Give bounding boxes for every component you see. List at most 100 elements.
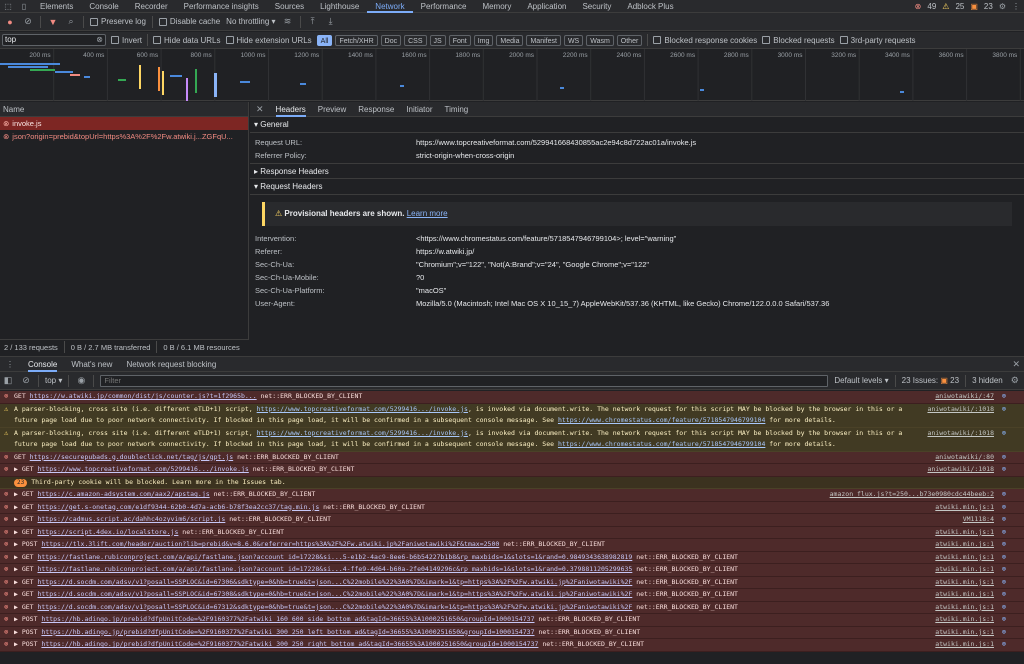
- source-location-link[interactable]: aniwotawiki/:1018: [927, 464, 994, 476]
- tab-memory[interactable]: Memory: [474, 0, 519, 13]
- blocked-response-cookies-checkbox[interactable]: Blocked response cookies: [653, 36, 757, 45]
- reveal-in-network-icon[interactable]: ⊚: [1002, 552, 1006, 564]
- source-location-link[interactable]: aniwotawiki/:1018: [927, 404, 994, 416]
- reveal-in-network-icon[interactable]: ⊚: [1002, 577, 1006, 589]
- reveal-in-network-icon[interactable]: ⊚: [1002, 564, 1006, 576]
- chromestatus-link[interactable]: https://www.chromestatus.com/feature/571…: [558, 440, 765, 448]
- request-row[interactable]: ⊗ json?origin=prebid&topUrl=https%3A%2F%2…: [0, 130, 248, 143]
- disable-cache-checkbox[interactable]: Disable cache: [158, 17, 220, 26]
- drawer-tab-console[interactable]: Console: [28, 357, 58, 372]
- source-location-link[interactable]: atwiki.min.js:1: [935, 552, 994, 564]
- filter-type-img[interactable]: Img: [473, 34, 494, 46]
- reveal-in-network-icon[interactable]: ⊚: [1002, 602, 1006, 614]
- source-location-link[interactable]: atwiki.min.js:1: [935, 614, 994, 626]
- console-message-error[interactable]: ⊗ ▶ GET https://www.topcreativeformat.com…: [0, 464, 1024, 477]
- console-message-warning[interactable]: ⚠ A parser-blocking, cross site (i.e. dif…: [0, 427, 1024, 452]
- console-message-error[interactable]: ⊗ ▶ GET https://c.amazon-adsystem.com/aax…: [0, 489, 1024, 502]
- request-url-link[interactable]: https://w.atwiki.jp/common/dist/js/count…: [30, 392, 257, 400]
- request-url-link[interactable]: https://d.socdm.com/adsv/v1?posall=SSPLO…: [37, 603, 632, 611]
- hide-extension-urls-checkbox[interactable]: Hide extension URLs: [225, 36, 312, 45]
- tab-performance[interactable]: Performance: [413, 0, 475, 13]
- settings-gear-icon[interactable]: ⚙: [999, 2, 1006, 11]
- close-details-icon[interactable]: ✕: [256, 104, 264, 115]
- request-url-link[interactable]: https://securepubads.g.doubleclick.net/t…: [30, 453, 234, 461]
- filter-type-js[interactable]: JS: [429, 34, 446, 46]
- wifi-conditions-icon[interactable]: ≋: [282, 16, 294, 27]
- request-url-link[interactable]: https://fastlane.rubiconproject.com/a/ap…: [37, 553, 632, 561]
- console-message-error[interactable]: ⊗ ▶ GET https://fastlane.rubiconproject.c…: [0, 551, 1024, 564]
- source-location-link[interactable]: atwiki.min.js:1: [935, 502, 994, 514]
- reveal-in-network-icon[interactable]: ⊚: [1002, 404, 1006, 416]
- source-location-link[interactable]: amazon_flux.js?t=250...b73e0980cdc44beeb…: [830, 489, 994, 501]
- context-select[interactable]: top ▾: [45, 376, 62, 385]
- source-location-link[interactable]: atwiki.min.js:1: [935, 589, 994, 601]
- invert-checkbox[interactable]: Invert: [111, 36, 142, 45]
- device-toolbar-icon[interactable]: ▯: [16, 0, 32, 13]
- filter-type-ws[interactable]: WS: [563, 34, 584, 46]
- clear-console-icon[interactable]: ⊘: [20, 375, 32, 386]
- preserve-log-checkbox[interactable]: Preserve log: [90, 17, 146, 26]
- request-url-link[interactable]: https://www.topcreativeformat.com/529941…: [257, 405, 468, 413]
- tab-elements[interactable]: Elements: [32, 0, 81, 13]
- inspect-element-icon[interactable]: ⬚: [0, 0, 16, 13]
- console-message-error[interactable]: ⊗ ▶ GET https://script.4dex.io/localstore…: [0, 526, 1024, 539]
- third-party-checkbox[interactable]: 3rd-party requests: [839, 36, 916, 45]
- request-url-link[interactable]: https://script.4dex.io/localstore.js: [37, 528, 178, 536]
- console-message-error[interactable]: ⊗ ▶ GET https://cadmus.script.ac/dahhc4oz…: [0, 514, 1024, 527]
- response-headers-section-header[interactable]: ▸ Response Headers: [250, 163, 1024, 179]
- tab-application[interactable]: Application: [519, 0, 574, 13]
- filter-input[interactable]: top ⊗: [2, 34, 106, 46]
- hide-data-urls-checkbox[interactable]: Hide data URLs: [153, 36, 221, 45]
- request-url-link[interactable]: https://fastlane.rubiconproject.com/a/ap…: [37, 565, 632, 573]
- details-tab-response[interactable]: Response: [358, 102, 394, 117]
- request-url-link[interactable]: https://www.topcreativeformat.com/529941…: [37, 465, 248, 473]
- source-location-link[interactable]: aniwotawiki/:80: [935, 452, 994, 464]
- tab-console[interactable]: Console: [81, 0, 126, 13]
- filter-type-all[interactable]: All: [316, 34, 333, 46]
- filter-type-css[interactable]: CSS: [404, 34, 427, 46]
- request-url-link[interactable]: https://www.topcreativeformat.com/529941…: [257, 429, 468, 437]
- live-expression-eye-icon[interactable]: ◉: [75, 375, 87, 386]
- details-tab-timing[interactable]: Timing: [445, 102, 469, 117]
- source-location-link[interactable]: atwiki.min.js:1: [935, 564, 994, 576]
- log-levels-select[interactable]: Default levels ▾: [834, 376, 888, 385]
- source-location-link[interactable]: atwiki.min.js:1: [935, 639, 994, 651]
- general-section-header[interactable]: ▾ General: [250, 117, 1024, 133]
- console-message-error[interactable]: ⊗ ▶ POST https://hb.adingo.jp/prebid?dfpU…: [0, 614, 1024, 627]
- request-url-link[interactable]: https://hb.adingo.jp/prebid?dfpUnitCode=…: [41, 640, 538, 648]
- reveal-in-network-icon[interactable]: ⊚: [1002, 502, 1006, 514]
- tab-security[interactable]: Security: [574, 0, 619, 13]
- source-location-link[interactable]: atwiki.min.js:1: [935, 577, 994, 589]
- source-location-link[interactable]: aniwotawiki/:47: [935, 391, 994, 403]
- request-url-link[interactable]: https://hb.adingo.jp/prebid?dfpUnitCode=…: [41, 615, 534, 623]
- tab-lighthouse[interactable]: Lighthouse: [312, 0, 367, 13]
- source-location-link[interactable]: atwiki.min.js:1: [935, 627, 994, 639]
- name-column-header[interactable]: Name: [0, 102, 248, 117]
- request-url-link[interactable]: https://c.amazon-adsystem.com/aax2/apsta…: [37, 490, 209, 498]
- reveal-in-network-icon[interactable]: ⊚: [1002, 489, 1006, 501]
- issues-counter[interactable]: ⊗ 49 ⚠ 25 ▣ 23 ⚙ ⋮: [915, 0, 1020, 13]
- filter-type-manifest[interactable]: Manifest: [526, 34, 561, 46]
- more-options-icon[interactable]: ⋮: [1012, 2, 1020, 11]
- request-url-link[interactable]: https://tlx.3lift.com/header/auction?lib…: [41, 540, 499, 548]
- blocked-requests-checkbox[interactable]: Blocked requests: [762, 36, 835, 45]
- console-message-error[interactable]: ⊗ ▶ GET https://d.socdm.com/adsv/v1?posal…: [0, 601, 1024, 614]
- filter-type-font[interactable]: Font: [448, 34, 471, 46]
- export-har-icon[interactable]: ⤓: [325, 16, 337, 27]
- source-location-link[interactable]: atwiki.min.js:1: [935, 602, 994, 614]
- close-drawer-icon[interactable]: ✕: [1012, 359, 1020, 370]
- console-message-error[interactable]: ⊗ ▶ GET https://get.s-onetag.com/e1df9344…: [0, 501, 1024, 514]
- request-url-link[interactable]: https://hb.adingo.jp/prebid?dfpUnitCode=…: [41, 628, 534, 636]
- details-tab-initiator[interactable]: Initiator: [406, 102, 432, 117]
- sidebar-toggle-icon[interactable]: ◧: [2, 375, 14, 386]
- source-location-link[interactable]: aniwotawiki/:1018: [927, 428, 994, 440]
- console-message-error[interactable]: ⊗ ▶ GET https://d.socdm.com/adsv/v1?posal…: [0, 576, 1024, 589]
- drawer-tab-what-s-new[interactable]: What's new: [71, 357, 112, 372]
- reveal-in-network-icon[interactable]: ⊚: [1002, 627, 1006, 639]
- filter-type-fetch-xhr[interactable]: Fetch/XHR: [335, 34, 378, 46]
- chromestatus-link[interactable]: https://www.chromestatus.com/feature/571…: [558, 416, 765, 424]
- reveal-in-network-icon[interactable]: ⊚: [1002, 589, 1006, 601]
- clear-icon[interactable]: ⊘: [22, 16, 34, 27]
- request-headers-section-header[interactable]: ▾ Request Headers: [250, 179, 1024, 195]
- reveal-in-network-icon[interactable]: ⊚: [1002, 464, 1006, 476]
